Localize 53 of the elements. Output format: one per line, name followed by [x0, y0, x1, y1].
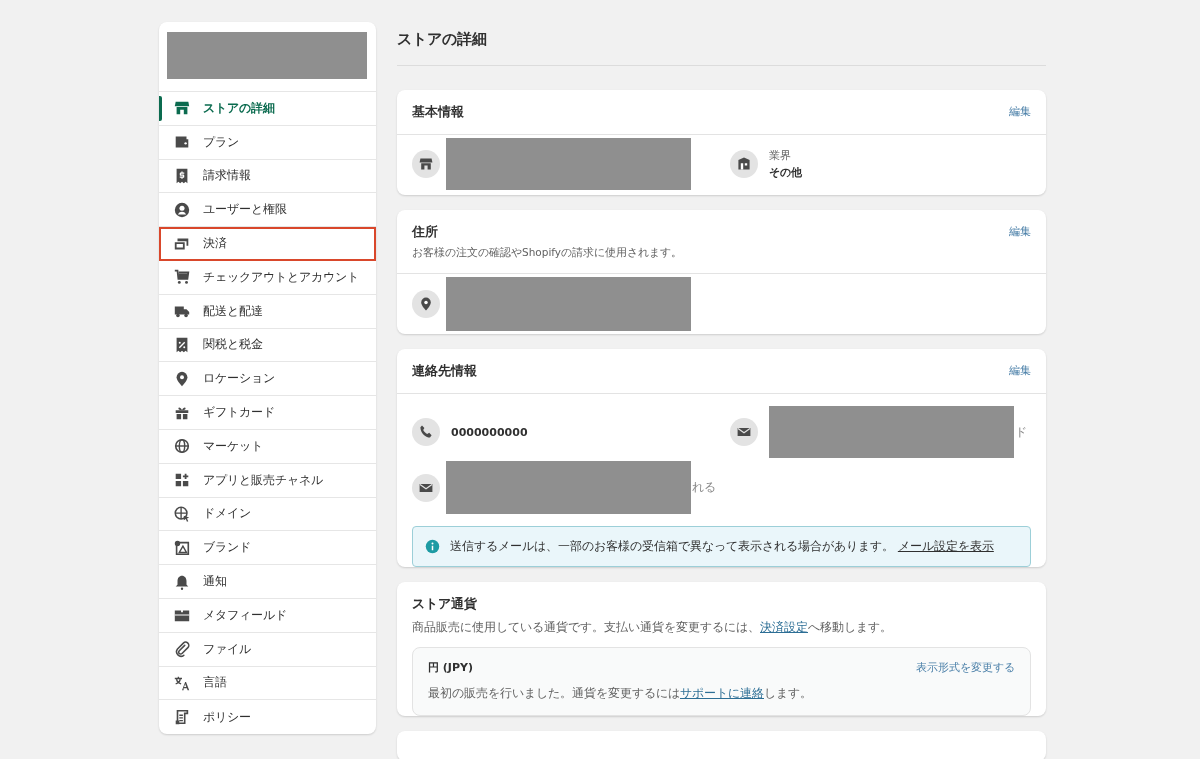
sidebar-item[interactable]: ファイル: [159, 632, 376, 667]
sidebar-item[interactable]: 通知: [159, 565, 376, 599]
store-icon: [418, 156, 434, 172]
card-title: 住所: [412, 224, 439, 241]
cart-icon: [173, 268, 191, 287]
currency-name: 円 (JPY): [428, 660, 473, 675]
document-icon: [173, 708, 191, 727]
sender-text-fragment: れる: [692, 480, 716, 495]
edit-link[interactable]: 編集: [1009, 363, 1031, 380]
email-text-fragment: ド: [1014, 424, 1027, 440]
payment-settings-link[interactable]: 決済設定: [760, 620, 808, 634]
globe-cursor-icon: [173, 504, 191, 523]
currency-note: 最初の販売を行いました。通貨を変更するにはサポートに連絡します。: [428, 685, 813, 702]
sidebar-item[interactable]: チェックアウトとアカウント: [159, 261, 376, 295]
sidebar-item[interactable]: 配送と配達: [159, 294, 376, 329]
banner-message: 送信するメールは、一部のお客様の受信箱で異なって表示される場合があります。 メール設定を表示: [450, 538, 994, 555]
person-icon: [173, 200, 191, 219]
contact-support-link[interactable]: サポートに連絡: [680, 686, 764, 700]
edit-link[interactable]: 編集: [1009, 224, 1031, 239]
building-icon: [735, 156, 752, 172]
sidebar-item[interactable]: ドメイン: [159, 497, 376, 532]
globe-icon: [173, 437, 191, 456]
phone-number: 0000000000: [451, 425, 528, 439]
change-format-link[interactable]: 表示形式を変更する: [916, 660, 1015, 675]
paperclip-icon: [173, 640, 191, 659]
sidebar-item[interactable]: ロケーション: [159, 362, 376, 397]
card-description: お客様の注文の確認やShopifyの請求に使用されます。: [412, 246, 683, 260]
card-title: 基本情報: [412, 104, 464, 121]
sidebar-item[interactable]: メタフィールド: [159, 598, 376, 633]
email-settings-link[interactable]: メール設定を表示: [897, 539, 994, 553]
sidebar-item[interactable]: ポリシー: [159, 700, 376, 735]
image-shapes-icon: [173, 538, 191, 557]
industry-value: その他: [768, 164, 802, 180]
card-description: 商品販売に使用している通貨です。支払い通貨を変更するには、決済設定へ移動します。: [412, 619, 893, 636]
sidebar-item[interactable]: プラン: [159, 125, 376, 160]
sidebar-item[interactable]: ブランド: [159, 531, 376, 566]
phone-icon: [418, 424, 434, 440]
sidebar-item[interactable]: ストアの詳細: [159, 92, 376, 126]
location-pin-icon: [418, 296, 434, 312]
industry-label: 業界: [768, 148, 792, 163]
card-title: ストア通貨: [412, 596, 478, 613]
sidebar-item[interactable]: 決済: [159, 227, 376, 261]
sidebar-item[interactable]: マーケット: [159, 429, 376, 464]
sidebar-item[interactable]: 言語: [159, 666, 376, 701]
card-title: 連絡先情報: [412, 363, 477, 380]
sidebar-item[interactable]: ギフトカード: [159, 396, 376, 430]
info-icon: [425, 539, 440, 554]
sidebar-item[interactable]: アプリと販売チャネル: [159, 463, 376, 498]
edit-link[interactable]: 編集: [1009, 104, 1031, 121]
sidebar-item[interactable]: ユーザーと権限: [159, 193, 376, 228]
page-title: ストアの詳細: [397, 22, 1046, 66]
sidebar-item[interactable]: 関税と税金: [159, 328, 376, 363]
sidebar-item[interactable]: 請求情報: [159, 159, 376, 194]
